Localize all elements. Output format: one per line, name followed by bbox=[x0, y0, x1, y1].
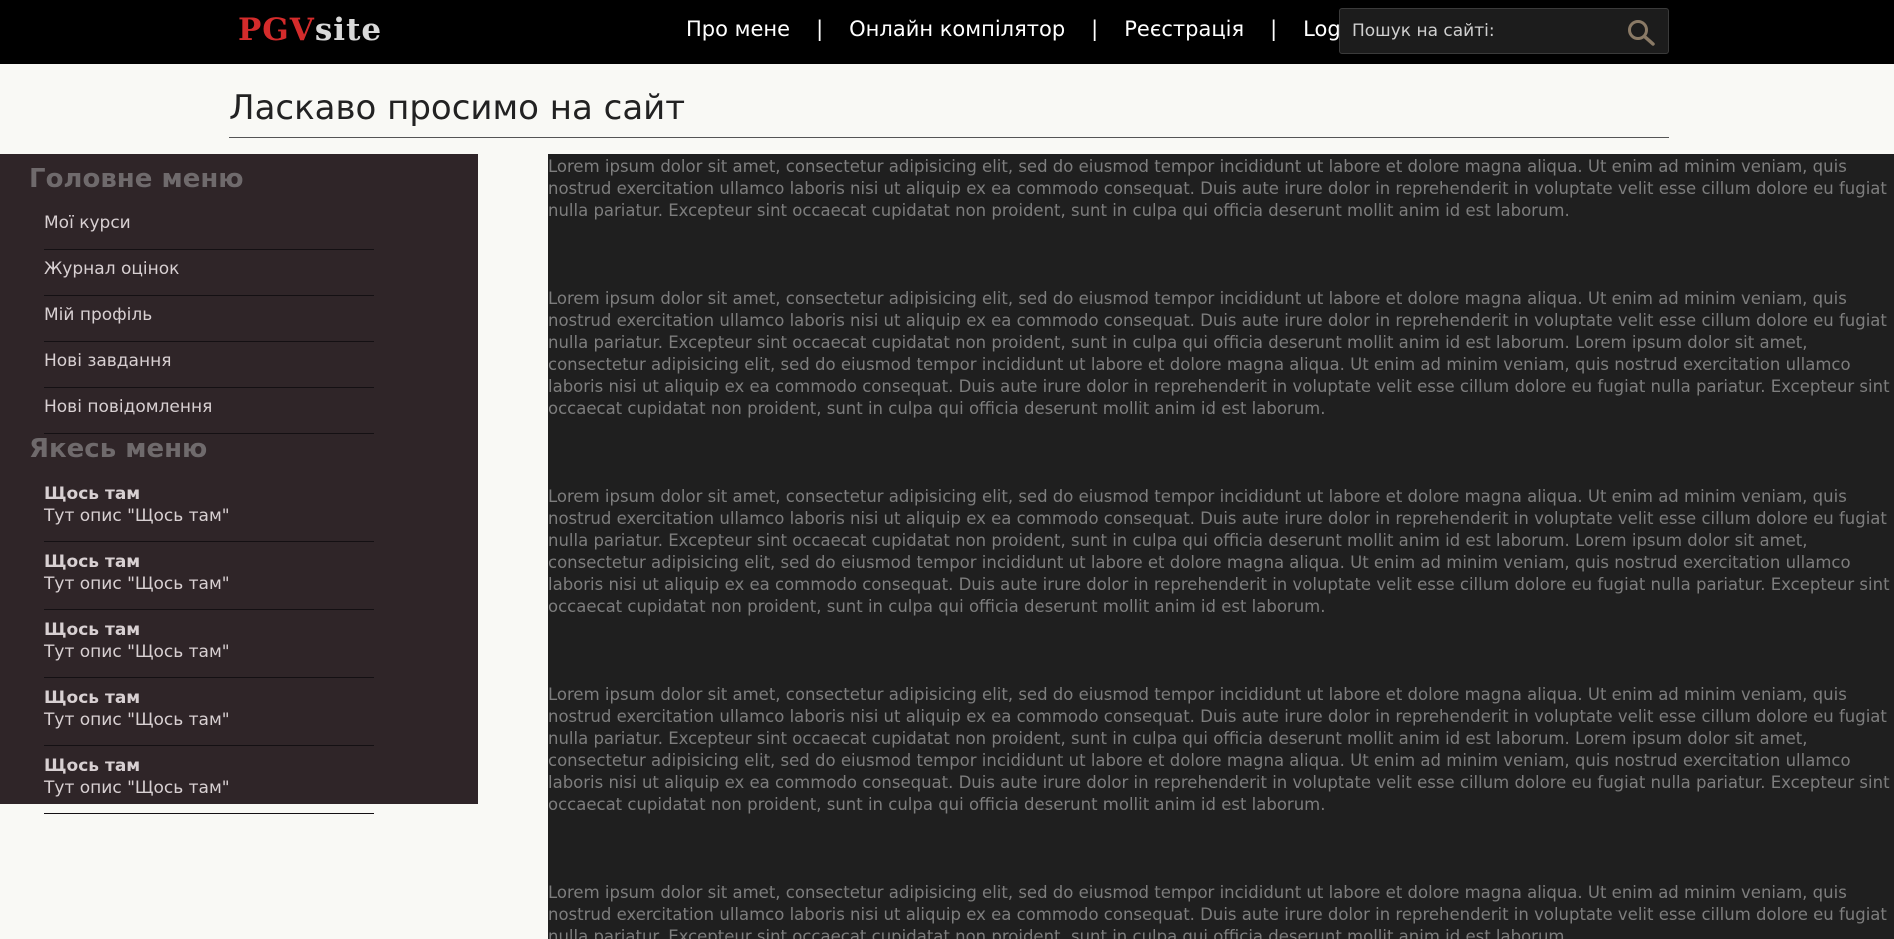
sidebar-block-item[interactable]: Щось там Тут опис "Щось там" bbox=[44, 474, 374, 542]
top-navbar: PGVsite Про мене | Онлайн компілятор | Р… bbox=[0, 0, 1894, 64]
sidebar-block-item[interactable]: Щось там Тут опис "Щось там" bbox=[44, 610, 374, 678]
nav-link-online-compiler[interactable]: Онлайн компілятор bbox=[849, 17, 1065, 41]
nav-separator: | bbox=[816, 17, 824, 41]
logo-text-pgv: PGV bbox=[238, 12, 315, 48]
site-logo[interactable]: PGVsite bbox=[238, 10, 382, 50]
content-paragraph: Lorem ipsum dolor sit amet, consectetur … bbox=[548, 289, 1890, 418]
nav-separator: | bbox=[1270, 17, 1278, 41]
sidebar-item-new-tasks[interactable]: Нові завдання bbox=[44, 342, 374, 388]
content-paragraph: Lorem ipsum dolor sit amet, consectetur … bbox=[548, 487, 1890, 616]
content-paragraph: Lorem ipsum dolor sit amet, consectetur … bbox=[548, 685, 1890, 814]
title-divider bbox=[229, 137, 1669, 138]
nav-link-registration[interactable]: Реєстрація bbox=[1124, 17, 1244, 41]
block-item-description: Тут опис "Щось там" bbox=[44, 778, 230, 798]
page-title: Ласкаво просимо на сайт bbox=[229, 88, 686, 128]
block-item-title: Щось там bbox=[44, 484, 141, 504]
sidebar: Головне меню Мої курси Журнал оцінок Мій… bbox=[0, 154, 478, 814]
block-item-title: Щось там bbox=[44, 756, 141, 776]
site-search bbox=[1339, 8, 1669, 54]
block-item-description: Тут опис "Щось там" bbox=[44, 710, 230, 730]
sidebar-block-item[interactable]: Щось там Тут опис "Щось там" bbox=[44, 678, 374, 746]
block-item-title: Щось там bbox=[44, 552, 141, 572]
nav-separator: | bbox=[1091, 17, 1099, 41]
main-nav: Про мене | Онлайн компілятор | Реєстраці… bbox=[686, 16, 1360, 42]
search-input[interactable] bbox=[1352, 19, 1612, 43]
block-item-title: Щось там bbox=[44, 688, 141, 708]
block-item-description: Тут опис "Щось там" bbox=[44, 506, 230, 526]
sidebar-block-item[interactable]: Щось там Тут опис "Щось там" bbox=[44, 746, 374, 814]
content-paragraph: Lorem ipsum dolor sit amet, consectetur … bbox=[548, 157, 1887, 220]
sidebar-item-my-profile[interactable]: Мій профіль bbox=[44, 296, 374, 342]
main-menu-heading: Головне меню bbox=[29, 164, 244, 194]
content-paragraph: Lorem ipsum dolor sit amet, consectetur … bbox=[548, 883, 1887, 939]
nav-link-about[interactable]: Про мене bbox=[686, 17, 790, 41]
other-menu-heading: Якесь меню bbox=[29, 434, 208, 464]
logo-text-site: site bbox=[314, 12, 383, 48]
sidebar-item-gradebook[interactable]: Журнал оцінок bbox=[44, 250, 374, 296]
search-icon[interactable] bbox=[1626, 18, 1656, 46]
main-content: Lorem ipsum dolor sit amet, consectetur … bbox=[548, 154, 1894, 939]
sidebar-item-new-messages[interactable]: Нові повідомлення bbox=[44, 388, 374, 434]
block-item-title: Щось там bbox=[44, 620, 141, 640]
block-item-description: Тут опис "Щось там" bbox=[44, 574, 230, 594]
sidebar-block-item[interactable]: Щось там Тут опис "Щось там" bbox=[44, 542, 374, 610]
block-item-description: Тут опис "Щось там" bbox=[44, 642, 230, 662]
sidebar-item-my-courses[interactable]: Мої курси bbox=[44, 204, 374, 250]
